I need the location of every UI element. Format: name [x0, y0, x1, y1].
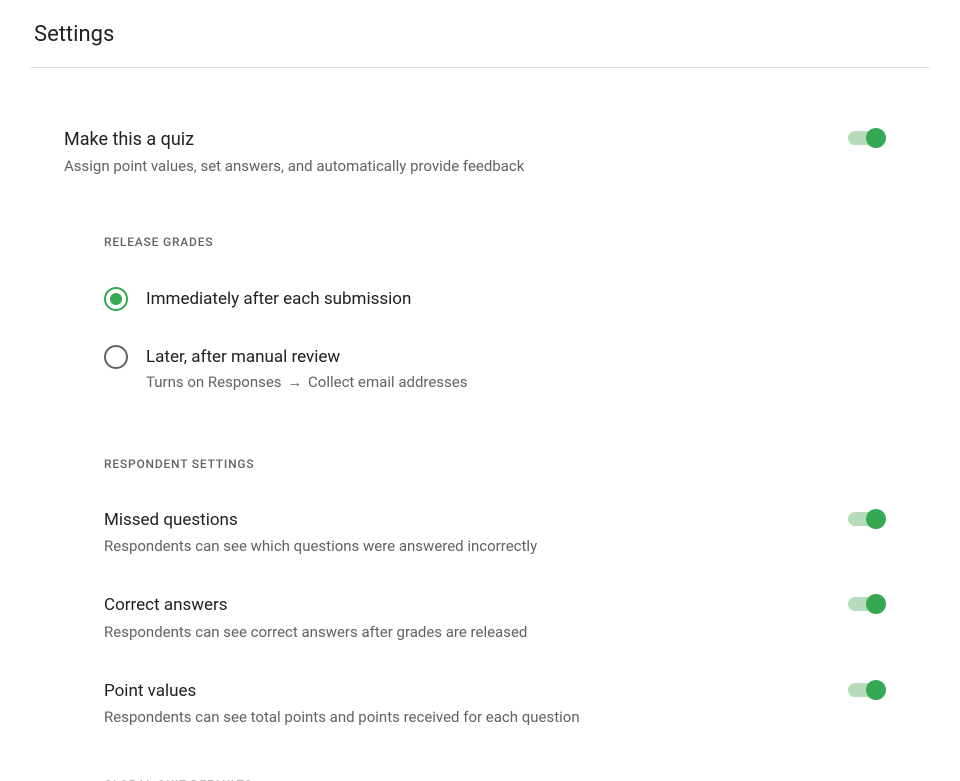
arrow-right-icon: →: [285, 373, 304, 391]
release-option-immediate[interactable]: Immediately after each submission: [104, 277, 896, 321]
toggle-thumb: [866, 680, 886, 700]
release-option-later-sub-suffix: Collect email addresses: [304, 373, 467, 391]
release-option-immediate-text: Immediately after each submission: [146, 287, 411, 311]
setting-missed-questions-sub: Respondents can see which questions were…: [104, 537, 768, 557]
setting-missed-questions: Missed questions Respondents can see whi…: [104, 495, 896, 571]
toggle-thumb: [866, 128, 886, 148]
correct-answers-toggle[interactable]: [848, 594, 896, 614]
setting-correct-answers: Correct answers Respondents can see corr…: [104, 580, 896, 656]
settings-header: Settings: [0, 0, 960, 67]
page-title: Settings: [34, 22, 926, 47]
setting-point-values: Point values Respondents can see total p…: [104, 666, 896, 742]
setting-missed-questions-title: Missed questions: [104, 509, 768, 531]
make-quiz-text: Make this a quiz Assign point values, se…: [64, 128, 808, 177]
setting-correct-answers-text: Correct answers Respondents can see corr…: [104, 594, 808, 642]
toggle-thumb: [866, 509, 886, 529]
make-quiz-title: Make this a quiz: [64, 128, 808, 151]
radio-unselected-icon: [104, 345, 128, 369]
point-values-toggle[interactable]: [848, 680, 896, 700]
radio-inner-dot: [110, 293, 122, 305]
missed-questions-toggle[interactable]: [848, 509, 896, 529]
respondent-settings-list: Missed questions Respondents can see whi…: [104, 495, 896, 742]
release-grades-heading: Release grades: [104, 235, 896, 249]
release-option-later-sub: Turns on Responses → Collect email addre…: [146, 373, 468, 391]
setting-missed-questions-text: Missed questions Respondents can see whi…: [104, 509, 808, 557]
setting-point-values-sub: Respondents can see total points and poi…: [104, 708, 768, 728]
respondent-settings-heading: Respondent settings: [104, 457, 896, 471]
setting-point-values-title: Point values: [104, 680, 768, 702]
radio-selected-icon: [104, 287, 128, 311]
toggle-thumb: [866, 594, 886, 614]
make-quiz-subtitle: Assign point values, set answers, and au…: [64, 157, 808, 177]
release-option-later-text: Later, after manual review Turns on Resp…: [146, 345, 468, 391]
release-option-later-label: Later, after manual review: [146, 345, 468, 369]
setting-point-values-text: Point values Respondents can see total p…: [104, 680, 808, 728]
settings-page: Settings Make this a quiz Assign point v…: [0, 0, 960, 781]
setting-correct-answers-sub: Respondents can see correct answers afte…: [104, 623, 768, 643]
release-option-later-sub-prefix: Turns on Responses: [146, 373, 285, 391]
release-option-immediate-label: Immediately after each submission: [146, 287, 411, 311]
make-quiz-toggle[interactable]: [848, 128, 896, 148]
make-quiz-row: Make this a quiz Assign point values, se…: [64, 128, 896, 177]
release-grades-options: Immediately after each submission Later,…: [104, 277, 896, 401]
setting-correct-answers-title: Correct answers: [104, 594, 768, 616]
settings-content: Make this a quiz Assign point values, se…: [0, 68, 960, 781]
release-option-later[interactable]: Later, after manual review Turns on Resp…: [104, 335, 896, 401]
